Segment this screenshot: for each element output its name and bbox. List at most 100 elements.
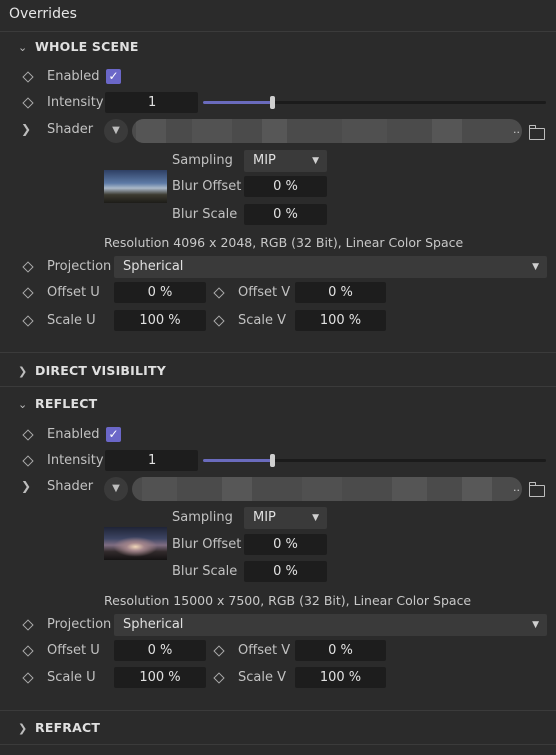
projection-value: Spherical <box>123 259 184 274</box>
keyframe-diamond-icon[interactable] <box>213 645 225 657</box>
divider <box>0 744 556 745</box>
keyframe-diamond-icon[interactable] <box>213 315 225 327</box>
texture-preview <box>104 170 167 203</box>
projection-label: Projection <box>47 617 112 632</box>
section-header-whole-scene[interactable]: ⌄ WHOLE SCENE <box>18 39 139 54</box>
scale-v-field[interactable]: 100 % <box>295 310 386 331</box>
keyframe-diamond-icon[interactable] <box>22 97 34 109</box>
intensity-field[interactable]: 1 <box>105 450 198 471</box>
chevron-down-icon: ▼ <box>112 125 120 136</box>
shader-path-field[interactable]: .. <box>132 119 522 143</box>
section-title: REFLECT <box>35 396 98 411</box>
sampling-value: MIP <box>253 153 276 168</box>
blur-scale-field[interactable]: 0 % <box>244 561 327 582</box>
blur-scale-label: Blur Scale <box>172 207 238 222</box>
projection-dropdown[interactable]: Spherical ▼ <box>114 614 547 636</box>
blur-scale-label: Blur Scale <box>172 564 238 579</box>
section-header-direct-visibility[interactable]: ❯ DIRECT VISIBILITY <box>18 363 166 378</box>
sampling-label: Sampling <box>172 510 233 525</box>
offset-u-label: Offset U <box>47 285 100 300</box>
offset-v-field[interactable]: 0 % <box>295 282 386 303</box>
keyframe-diamond-icon[interactable] <box>22 71 34 83</box>
scale-v-label: Scale V <box>238 313 287 328</box>
chevron-down-icon: ▼ <box>532 620 539 630</box>
folder-icon[interactable] <box>528 125 545 140</box>
scale-v-label: Scale V <box>238 670 287 685</box>
intensity-slider[interactable] <box>203 101 546 104</box>
keyframe-diamond-icon[interactable] <box>22 287 34 299</box>
intensity-label: Intensity <box>47 95 104 110</box>
chevron-down-icon: ▼ <box>532 262 539 272</box>
blur-offset-label: Blur Offset <box>172 537 242 552</box>
shader-label: Shader <box>47 122 94 137</box>
offset-v-field[interactable]: 0 % <box>295 640 386 661</box>
intensity-slider-fill <box>203 101 272 104</box>
intensity-slider-thumb[interactable] <box>270 454 275 467</box>
resolution-info: Resolution 4096 x 2048, RGB (32 Bit), Li… <box>104 235 464 250</box>
divider <box>0 710 556 711</box>
scale-v-field[interactable]: 100 % <box>295 667 386 688</box>
chevron-down-icon: ▼ <box>312 156 319 166</box>
intensity-label: Intensity <box>47 453 104 468</box>
checkmark-icon: ✓ <box>108 427 119 441</box>
chevron-right-icon[interactable]: ❯ <box>21 122 31 136</box>
texture-preview <box>104 527 167 560</box>
intensity-slider-fill <box>203 459 272 462</box>
intensity-slider-thumb[interactable] <box>270 96 275 109</box>
chevron-right-icon: ❯ <box>18 722 28 735</box>
scale-u-field[interactable]: 100 % <box>114 667 206 688</box>
section-title: WHOLE SCENE <box>35 39 139 54</box>
section-title: REFRACT <box>35 720 101 735</box>
shader-menu-button[interactable]: ▼ <box>104 477 128 501</box>
resolution-info: Resolution 15000 x 7500, RGB (32 Bit), L… <box>104 593 472 608</box>
projection-value: Spherical <box>123 617 184 632</box>
chevron-down-icon: ▼ <box>312 513 319 523</box>
divider <box>0 31 556 32</box>
shader-path-field[interactable]: .. <box>132 477 522 501</box>
enabled-checkbox[interactable]: ✓ <box>106 427 121 442</box>
folder-icon[interactable] <box>528 482 545 497</box>
keyframe-diamond-icon[interactable] <box>22 315 34 327</box>
offset-u-field[interactable]: 0 % <box>114 282 206 303</box>
section-header-reflect[interactable]: ⌄ REFLECT <box>18 396 97 411</box>
sampling-dropdown[interactable]: MIP ▼ <box>244 507 327 529</box>
offset-v-label: Offset V <box>238 643 291 658</box>
chevron-right-icon[interactable]: ❯ <box>21 479 31 493</box>
offset-v-label: Offset V <box>238 285 291 300</box>
shader-label: Shader <box>47 479 94 494</box>
keyframe-diamond-icon[interactable] <box>213 672 225 684</box>
chevron-down-icon: ⌄ <box>18 41 28 54</box>
intensity-slider[interactable] <box>203 459 546 462</box>
intensity-field[interactable]: 1 <box>105 92 198 113</box>
projection-label: Projection <box>47 259 112 274</box>
chevron-down-icon: ⌄ <box>18 398 28 411</box>
projection-dropdown[interactable]: Spherical ▼ <box>114 256 547 278</box>
sampling-dropdown[interactable]: MIP ▼ <box>244 150 327 172</box>
keyframe-diamond-icon[interactable] <box>213 287 225 299</box>
divider <box>0 386 556 387</box>
panel-title: Overrides <box>9 6 77 22</box>
scale-u-label: Scale U <box>47 313 96 328</box>
scale-u-field[interactable]: 100 % <box>114 310 206 331</box>
blur-offset-field[interactable]: 0 % <box>244 534 327 555</box>
blur-offset-label: Blur Offset <box>172 179 242 194</box>
keyframe-diamond-icon[interactable] <box>22 261 34 273</box>
sampling-value: MIP <box>253 510 276 525</box>
keyframe-diamond-icon[interactable] <box>22 619 34 631</box>
keyframe-diamond-icon[interactable] <box>22 429 34 441</box>
chevron-right-icon: ❯ <box>18 365 28 378</box>
keyframe-diamond-icon[interactable] <box>22 645 34 657</box>
chevron-down-icon: ▼ <box>112 483 120 494</box>
section-header-refract[interactable]: ❯ REFRACT <box>18 720 100 735</box>
enabled-label: Enabled <box>47 69 100 84</box>
keyframe-diamond-icon[interactable] <box>22 672 34 684</box>
keyframe-diamond-icon[interactable] <box>22 455 34 467</box>
blur-scale-field[interactable]: 0 % <box>244 204 327 225</box>
offset-u-label: Offset U <box>47 643 100 658</box>
sampling-label: Sampling <box>172 153 233 168</box>
offset-u-field[interactable]: 0 % <box>114 640 206 661</box>
blur-offset-field[interactable]: 0 % <box>244 176 327 197</box>
enabled-checkbox[interactable]: ✓ <box>106 69 121 84</box>
enabled-label: Enabled <box>47 427 100 442</box>
shader-menu-button[interactable]: ▼ <box>104 119 128 143</box>
